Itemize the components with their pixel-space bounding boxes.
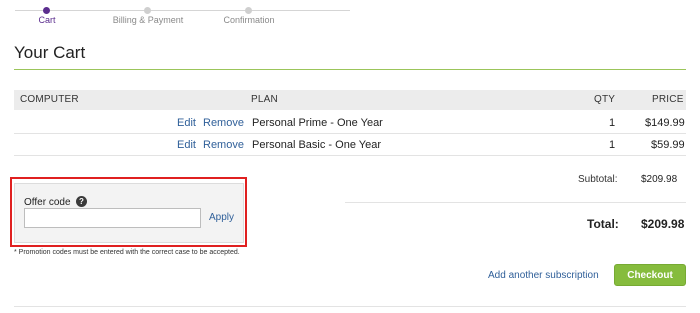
step-dot-confirmation xyxy=(245,7,252,14)
price: $149.99 xyxy=(645,117,685,129)
step-label-cart: Cart xyxy=(38,15,56,25)
quantity: 1 xyxy=(609,117,616,129)
offer-code-input[interactable] xyxy=(24,208,201,228)
title-divider xyxy=(14,69,686,70)
step-dot-billing xyxy=(144,7,151,14)
column-header-price: PRICE xyxy=(652,94,684,105)
promo-note: * Promotion codes must be entered with t… xyxy=(14,249,240,256)
table-row: Edit Remove Personal Prime - One Year 1 … xyxy=(14,112,686,134)
total-value: $209.98 xyxy=(641,217,685,231)
subtotal-label: Subtotal: xyxy=(578,174,618,185)
totals-divider xyxy=(345,202,686,203)
step-dot-cart xyxy=(43,7,50,14)
apply-link[interactable]: Apply xyxy=(209,212,234,223)
cart-table-header: COMPUTER PLAN QTY PRICE xyxy=(14,90,686,110)
subtotal-value: $209.98 xyxy=(641,174,678,185)
help-icon[interactable]: ? xyxy=(76,196,87,207)
remove-link[interactable]: Remove xyxy=(203,117,244,129)
total-label: Total: xyxy=(587,217,619,231)
add-subscription-link[interactable]: Add another subscription xyxy=(488,270,599,281)
step-label-billing: Billing & Payment xyxy=(112,15,184,25)
progress-track xyxy=(15,10,350,11)
table-row: Edit Remove Personal Basic - One Year 1 … xyxy=(14,134,686,156)
edit-link[interactable]: Edit xyxy=(177,117,196,129)
page-title: Your Cart xyxy=(14,43,86,62)
step-label-confirmation: Confirmation xyxy=(223,15,275,25)
plan-name: Personal Prime - One Year xyxy=(252,117,383,129)
remove-link[interactable]: Remove xyxy=(203,139,244,151)
column-header-plan: PLAN xyxy=(251,94,278,105)
quantity: 1 xyxy=(609,139,616,151)
footer-divider xyxy=(14,306,686,307)
plan-name: Personal Basic - One Year xyxy=(252,139,382,151)
column-header-qty: QTY xyxy=(594,94,616,105)
edit-link[interactable]: Edit xyxy=(177,139,196,151)
checkout-button[interactable]: Checkout xyxy=(614,264,686,286)
column-header-computer: COMPUTER xyxy=(20,94,79,105)
price: $59.99 xyxy=(651,139,685,151)
offer-code-label: Offer code xyxy=(24,197,71,208)
